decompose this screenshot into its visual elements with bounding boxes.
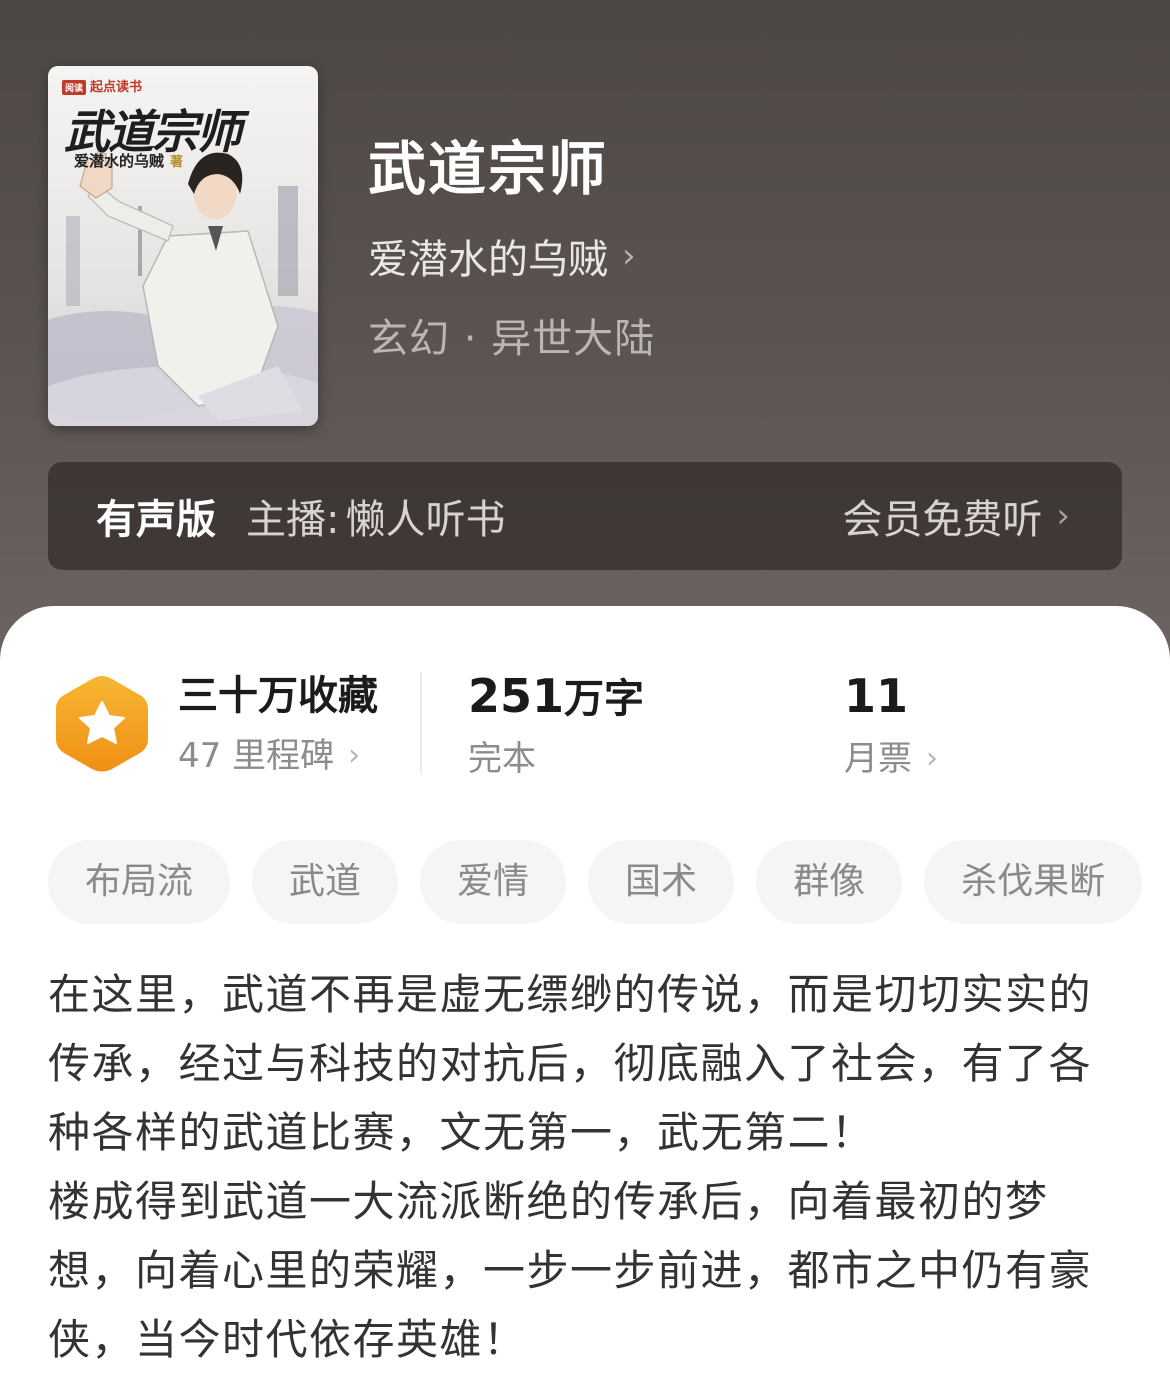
book-stats: 三十万收藏 47 里程碑 › 251万字 完本 11 月票 › bbox=[0, 672, 1170, 792]
word-count-number: 251 bbox=[468, 669, 565, 723]
monthly-votes-number: 11 bbox=[844, 669, 909, 723]
chevron-right-icon: › bbox=[1056, 496, 1070, 536]
word-count-stat: 251万字 完本 bbox=[468, 672, 644, 779]
chevron-right-icon: › bbox=[622, 236, 636, 276]
tag-chip[interactable]: 爱情 bbox=[420, 840, 567, 924]
cover-brand-badge: 阅读 bbox=[62, 80, 87, 95]
chevron-right-icon: › bbox=[348, 738, 361, 773]
author-name: 爱潜水的乌贼 bbox=[368, 237, 608, 283]
tag-chip[interactable]: 武道 bbox=[252, 840, 399, 924]
cover-author-name: 爱潜水的乌贼 bbox=[74, 152, 165, 170]
milestones-label: 47 里程碑 bbox=[178, 736, 335, 776]
audio-version-label: 有声版 bbox=[96, 497, 216, 543]
audio-host-label: 主播: bbox=[246, 497, 340, 543]
cover-brand: 阅读 起点读书 bbox=[62, 76, 142, 95]
stats-divider bbox=[420, 672, 422, 774]
audio-host-name: 懒人听书 bbox=[345, 497, 506, 543]
book-genre: 玄幻 · 异世大陆 bbox=[368, 316, 656, 362]
author-link[interactable]: 爱潜水的乌贼 › bbox=[368, 228, 636, 284]
book-status-label: 完本 bbox=[468, 739, 536, 779]
book-title: 武道宗师 bbox=[368, 135, 609, 203]
cover-brand-label: 起点读书 bbox=[90, 80, 143, 95]
audio-version-bar[interactable]: 有声版 主播: 懒人听书 会员免费听 › bbox=[48, 462, 1122, 570]
member-free-listen-label: 会员免费听 bbox=[842, 497, 1043, 543]
collections-count: 三十万收藏 bbox=[178, 673, 378, 719]
book-description[interactable]: 在这里，武道不再是虚无缥缈的传说，而是切切实实的传承，经过与科技的对抗后，彻底融… bbox=[48, 960, 1122, 1374]
milestones-link[interactable]: 47 里程碑 › bbox=[178, 736, 378, 776]
book-status: 完本 bbox=[468, 739, 644, 779]
collections-stat[interactable]: 三十万收藏 47 里程碑 › bbox=[178, 672, 378, 776]
monthly-votes-label: 月票 bbox=[844, 739, 912, 779]
chevron-right-icon: › bbox=[926, 741, 938, 776]
monthly-votes-count: 11 bbox=[844, 672, 938, 723]
tag-chip[interactable]: 国术 bbox=[588, 840, 735, 924]
tag-list: 布局流 武道 爱情 国术 群像 杀伐果断 bbox=[48, 840, 1170, 924]
tag-chip[interactable]: 群像 bbox=[756, 840, 903, 924]
monthly-votes-stat[interactable]: 11 月票 › bbox=[844, 672, 938, 779]
tag-chip[interactable]: 杀伐果断 bbox=[924, 840, 1143, 924]
cover-author: 爱潜水的乌贼著 bbox=[74, 150, 183, 171]
star-hexagon-icon bbox=[56, 676, 148, 772]
tag-chip[interactable]: 布局流 bbox=[48, 840, 231, 924]
monthly-votes-link[interactable]: 月票 › bbox=[844, 739, 938, 779]
description-paragraph: 在这里，武道不再是虚无缥缈的传说，而是切切实实的传承，经过与科技的对抗后，彻底融… bbox=[48, 970, 1093, 1157]
word-count: 251万字 bbox=[468, 672, 644, 723]
book-cover[interactable]: 阅读 起点读书 武道宗师 爱潜水的乌贼著 bbox=[48, 66, 318, 426]
description-paragraph: 楼成得到武道一大流派断绝的传承后，向着最初的梦想，向着心里的荣耀，一步一步前进，… bbox=[48, 1177, 1093, 1364]
book-header: 阅读 起点读书 武道宗师 爱潜水的乌贼著 武道宗师 爱潜水的乌贼 › 玄幻 · 异… bbox=[0, 0, 1170, 660]
cover-author-mark: 著 bbox=[170, 155, 184, 170]
word-count-unit: 万字 bbox=[564, 676, 645, 722]
